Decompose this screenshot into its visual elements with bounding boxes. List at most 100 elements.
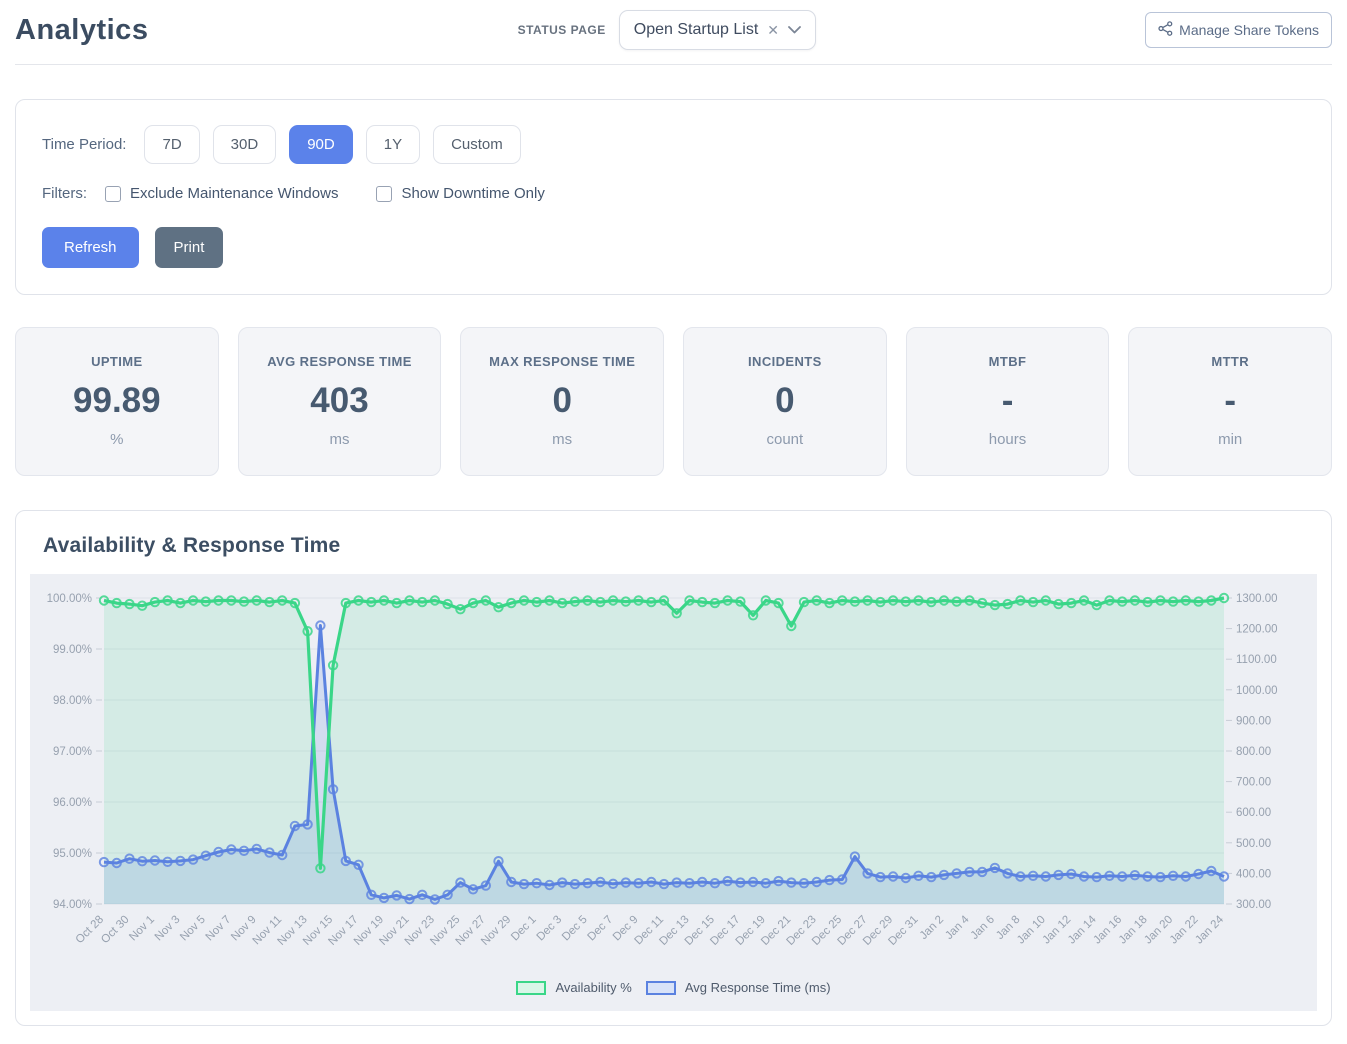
clear-selection-icon[interactable]: ✕ <box>767 23 779 37</box>
stat-label: AVG RESPONSE TIME <box>243 354 437 369</box>
svg-text:1300.00: 1300.00 <box>1236 593 1278 605</box>
stat-value: 0 <box>465 383 659 418</box>
svg-text:300.00: 300.00 <box>1236 899 1271 911</box>
svg-text:Nov 3: Nov 3 <box>153 914 183 944</box>
filters-row: Filters: Exclude Maintenance Windows Show… <box>42 185 1305 202</box>
stat-unit: hours <box>911 431 1105 448</box>
svg-text:600.00: 600.00 <box>1236 807 1271 819</box>
svg-text:96.00%: 96.00% <box>53 797 92 809</box>
chevron-down-icon <box>788 26 801 34</box>
checkbox-box-icon[interactable] <box>376 186 392 202</box>
chart-plot-area: 100.00%99.00%98.00%97.00%96.00%95.00%94.… <box>30 584 1317 976</box>
svg-text:Jan 24: Jan 24 <box>1193 913 1226 946</box>
filters-label: Filters: <box>42 185 87 202</box>
svg-text:Jan 6: Jan 6 <box>969 914 997 942</box>
svg-text:Dec 7: Dec 7 <box>585 914 615 944</box>
legend-label-availability: Availability % <box>555 980 631 995</box>
stat-label: MTBF <box>911 354 1105 369</box>
stat-label: UPTIME <box>20 354 214 369</box>
checkbox-label: Show Downtime Only <box>401 185 544 202</box>
stat-unit: ms <box>243 431 437 448</box>
status-page-label: STATUS PAGE <box>518 23 606 37</box>
manage-share-tokens-button[interactable]: Manage Share Tokens <box>1145 12 1332 48</box>
analytics-page: Analytics STATUS PAGE Open Startup List … <box>0 0 1347 1044</box>
stat-card-incidents: INCIDENTS 0 count <box>683 327 887 476</box>
stat-value: 99.89 <box>20 383 214 418</box>
checkbox-exclude-maintenance-windows[interactable]: Exclude Maintenance Windows <box>105 185 338 202</box>
legend-label-response-time: Avg Response Time (ms) <box>685 980 831 995</box>
svg-text:Nov 7: Nov 7 <box>204 914 234 944</box>
stat-label: INCIDENTS <box>688 354 882 369</box>
svg-text:94.00%: 94.00% <box>53 899 92 911</box>
status-page-selector-group: STATUS PAGE Open Startup List ✕ <box>478 10 816 50</box>
checkbox-show-downtime-only[interactable]: Show Downtime Only <box>376 185 544 202</box>
chart-svg: 100.00%99.00%98.00%97.00%96.00%95.00%94.… <box>32 584 1315 976</box>
refresh-button[interactable]: Refresh <box>42 227 139 268</box>
availability-swatch-icon <box>516 981 546 995</box>
time-period-group: 7D 30D 90D 1Y Custom <box>144 125 520 164</box>
svg-text:Oct 28: Oct 28 <box>74 914 106 946</box>
stat-card-mtbf: MTBF - hours <box>906 327 1110 476</box>
svg-text:Nov 1: Nov 1 <box>127 914 157 944</box>
stat-value: - <box>911 383 1105 418</box>
svg-text:1200.00: 1200.00 <box>1236 624 1278 636</box>
chart-panel: Availability & Response Time 100.00% 99.0… <box>15 510 1332 1026</box>
legend-item-response-time: Avg Response Time (ms) <box>646 980 831 995</box>
stat-unit: ms <box>465 431 659 448</box>
filter-checkbox-group: Exclude Maintenance Windows Show Downtime… <box>105 185 583 202</box>
svg-text:Jan 4: Jan 4 <box>943 913 972 942</box>
svg-text:99.00%: 99.00% <box>53 644 92 656</box>
checkbox-label: Exclude Maintenance Windows <box>130 185 338 202</box>
time-period-button-90d[interactable]: 90D <box>289 125 353 164</box>
page-title: Analytics <box>15 14 148 47</box>
manage-share-tokens-label: Manage Share Tokens <box>1179 22 1319 38</box>
status-page-selected-value: Open Startup List <box>634 21 759 39</box>
svg-text:95.00%: 95.00% <box>53 848 92 860</box>
print-button[interactable]: Print <box>155 227 224 268</box>
share-icon <box>1158 21 1173 39</box>
stat-unit: count <box>688 431 882 448</box>
actions-row: Refresh Print <box>42 227 1305 268</box>
time-period-row: Time Period: 7D30D90D1YCustom <box>42 125 1305 164</box>
svg-text:Dec 3: Dec 3 <box>535 914 565 944</box>
stat-card-uptime: UPTIME 99.89% <box>15 327 219 476</box>
svg-text:Nov 5: Nov 5 <box>178 914 208 944</box>
header: Analytics STATUS PAGE Open Startup List … <box>15 0 1332 65</box>
checkbox-box-icon[interactable] <box>105 186 121 202</box>
legend-item-availability: Availability % <box>516 980 631 995</box>
stats-row: UPTIME99.89%AVG RESPONSE TIME403msMAX RE… <box>15 327 1332 476</box>
stat-value: - <box>1133 383 1327 418</box>
time-period-button-7d[interactable]: 7D <box>144 125 199 164</box>
time-period-button-1y[interactable]: 1Y <box>366 125 420 164</box>
svg-text:900.00: 900.00 <box>1236 715 1271 727</box>
status-page-dropdown[interactable]: Open Startup List ✕ <box>619 10 816 50</box>
chart-legend: Availability % Avg Response Time (ms) <box>30 976 1317 1003</box>
availability-response-chart: 100.00%99.00%98.00%97.00%96.00%95.00%94.… <box>30 574 1317 1011</box>
time-period-button-custom[interactable]: Custom <box>433 125 521 164</box>
svg-text:400.00: 400.00 <box>1236 868 1271 880</box>
time-period-button-30d[interactable]: 30D <box>213 125 277 164</box>
stat-unit: % <box>20 431 214 448</box>
stat-label: MAX RESPONSE TIME <box>465 354 659 369</box>
chart-title: Availability & Response Time <box>43 534 1304 558</box>
svg-text:100.00%: 100.00% <box>47 593 92 605</box>
filters-panel: Time Period: 7D30D90D1YCustom Filters: E… <box>15 99 1332 295</box>
response-time-swatch-icon <box>646 981 676 995</box>
stat-unit: min <box>1133 431 1327 448</box>
stat-card-mttr: MTTR - min <box>1128 327 1332 476</box>
svg-text:Dec 1: Dec 1 <box>509 914 539 944</box>
svg-text:98.00%: 98.00% <box>53 695 92 707</box>
svg-text:800.00: 800.00 <box>1236 746 1271 758</box>
svg-text:1000.00: 1000.00 <box>1236 685 1278 697</box>
stat-card-avg-response-time: AVG RESPONSE TIME 403 ms <box>238 327 442 476</box>
svg-text:Jan 2: Jan 2 <box>918 914 946 942</box>
stat-value: 403 <box>243 383 437 418</box>
svg-text:700.00: 700.00 <box>1236 777 1271 789</box>
stat-label: MTTR <box>1133 354 1327 369</box>
stat-value: 0 <box>688 383 882 418</box>
stat-card-max-response-time: MAX RESPONSE TIME 0 ms <box>460 327 664 476</box>
svg-text:Oct 30: Oct 30 <box>99 914 131 946</box>
svg-text:500.00: 500.00 <box>1236 838 1271 850</box>
svg-text:1100.00: 1100.00 <box>1236 654 1277 666</box>
svg-text:Dec 5: Dec 5 <box>560 914 590 944</box>
